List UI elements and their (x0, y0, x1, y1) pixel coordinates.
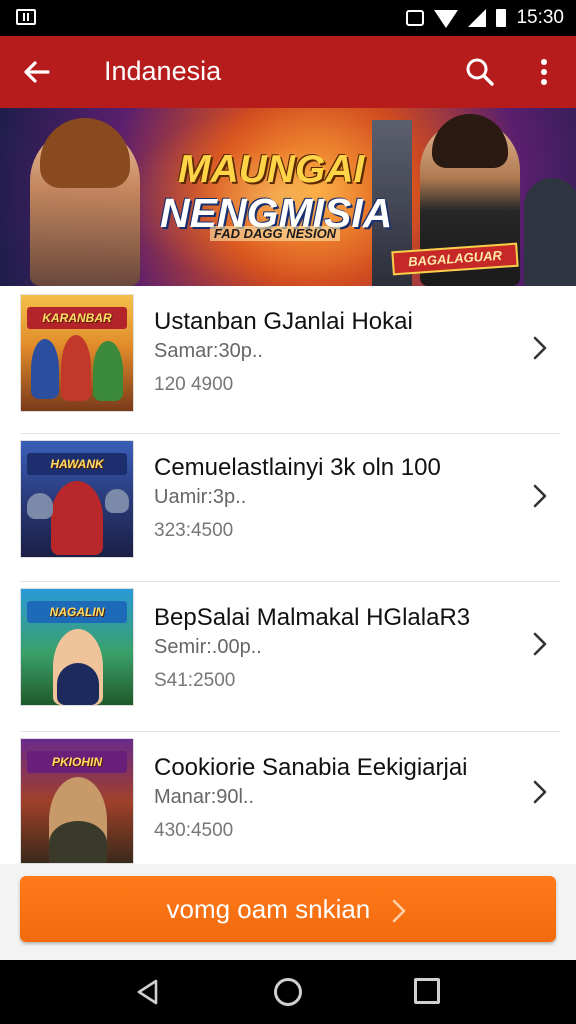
item-subtitle: Uamir:3p.. (154, 486, 247, 508)
promo-banner[interactable]: MAUNGAI NENGMISIA FAD DAGG NESION BAGALA… (0, 108, 576, 286)
item-thumbnail: HAWANK (20, 440, 134, 558)
status-time: 15:30 (516, 7, 564, 28)
status-icons: 15:30 (406, 0, 564, 36)
thumb-caption: PKIOHIN (27, 751, 127, 773)
chevron-right-icon (533, 632, 547, 656)
chevron-right-icon (533, 484, 547, 508)
nav-back-icon[interactable] (134, 978, 162, 1006)
item-subtitle: Manar:90l.. (154, 786, 255, 808)
bottom-action-area: vomg oam snkian (0, 864, 576, 960)
chevron-right-icon (392, 899, 405, 923)
list-item[interactable]: KARANBAR Ustanban GJanlai Hokai Samar:30… (0, 286, 576, 434)
banner-hero-right-hair (432, 114, 508, 168)
item-title: Cemuelastlainyi 3k oln 100 (154, 454, 441, 481)
banner-title-line1: MAUNGAI (178, 148, 365, 191)
game-list: KARANBAR Ustanban GJanlai Hokai Samar:30… (0, 286, 576, 864)
chevron-right-icon (533, 336, 547, 360)
primary-cta-button[interactable]: vomg oam snkian (20, 876, 556, 942)
app-bar: Indanesia (0, 36, 576, 108)
item-count: 120 4900 (154, 374, 234, 395)
item-title: Ustanban GJanlai Hokai (154, 308, 413, 335)
item-count: 323:4500 (154, 520, 234, 541)
search-button[interactable] (462, 54, 498, 90)
item-title: BepSalai Malmakal HGlalaR3 (154, 604, 471, 631)
list-item[interactable]: NAGALIN BepSalai Malmakal HGlalaR3 Semir… (0, 584, 576, 732)
vibrate-icon (406, 10, 425, 26)
thumb-caption: NAGALIN (27, 601, 127, 623)
item-subtitle: Semir:.00p.. (154, 636, 262, 658)
search-icon (466, 58, 494, 86)
divider (20, 581, 560, 582)
banner-hero-left-hair (40, 118, 130, 188)
item-title: Cookiorie Sanabia Eekigiarjai (154, 754, 468, 781)
item-thumbnail: NAGALIN (20, 588, 134, 706)
item-subtitle: Samar:30p.. (154, 340, 263, 362)
page-title: Indanesia (104, 56, 222, 86)
item-count: S41:2500 (154, 670, 236, 691)
more-options-button[interactable] (526, 54, 562, 90)
gallery-icon (16, 9, 36, 25)
more-vert-icon (541, 59, 547, 85)
nav-recents-icon[interactable] (414, 978, 440, 1004)
item-thumbnail: KARANBAR (20, 294, 134, 412)
battery-icon (496, 9, 507, 27)
system-nav-bar (0, 960, 576, 1024)
chevron-right-icon (533, 780, 547, 804)
cta-label: vomg oam snkian (166, 894, 371, 924)
banner-subtitle: FAD DAGG NESION (210, 226, 341, 241)
item-thumbnail: PKIOHIN (20, 738, 134, 864)
arrow-back-icon (24, 61, 50, 83)
list-item[interactable]: HAWANK Cemuelastlainyi 3k oln 100 Uamir:… (0, 434, 576, 582)
thumb-caption: HAWANK (27, 453, 127, 475)
thumb-caption: KARANBAR (27, 307, 127, 329)
wifi-icon (434, 10, 459, 28)
nav-home-icon[interactable] (274, 978, 302, 1006)
status-bar: 15:30 (0, 0, 576, 36)
list-item[interactable]: PKIOHIN Cookiorie Sanabia Eekigiarjai Ma… (0, 732, 576, 864)
banner-soldier-art (524, 178, 576, 286)
back-button[interactable] (18, 54, 54, 90)
signal-icon (468, 9, 487, 27)
item-count: 430:4500 (154, 820, 234, 841)
